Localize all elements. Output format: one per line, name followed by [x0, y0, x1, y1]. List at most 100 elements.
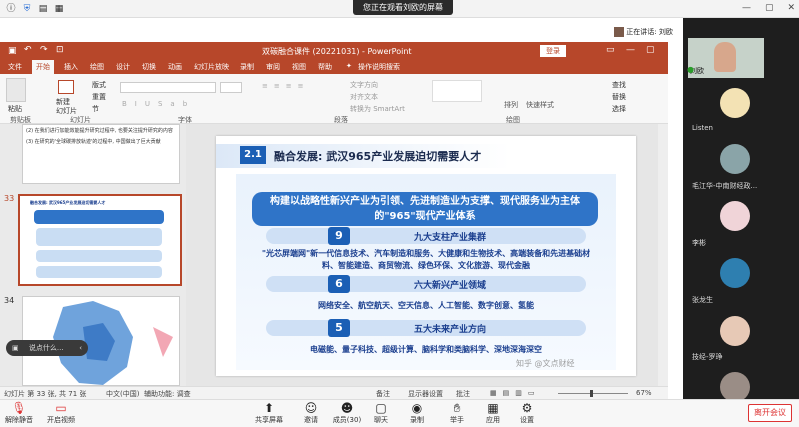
maximize-icon[interactable]: ▢ — [765, 3, 774, 13]
mic-off-icon: 🎙︎ — [11, 401, 27, 415]
tab-view[interactable]: 视图 — [292, 62, 306, 72]
notes-button[interactable]: 备注 — [376, 389, 390, 399]
text-direction-button[interactable]: 文字方向 — [350, 80, 378, 90]
ppt-restore-icon[interactable]: ▢ — [646, 45, 655, 55]
align-text-button[interactable]: 对齐文本 — [350, 92, 378, 102]
zoom-slider[interactable] — [558, 393, 628, 394]
vertical-scrollbar[interactable] — [658, 124, 668, 386]
members-button[interactable]: ☻ 成员(30) — [330, 401, 364, 425]
invite-button[interactable]: ☺ 邀请 — [298, 401, 324, 425]
redo-icon[interactable]: ↷ — [40, 45, 48, 55]
ppt-status-bar: 幻灯片 第 33 张, 共 71 张 中文(中国) 辅助功能: 调查 备注 显示… — [0, 386, 668, 399]
undo-icon[interactable]: ↶ — [24, 45, 32, 55]
tab-transitions[interactable]: 切换 — [142, 62, 156, 72]
display-settings-button[interactable]: 显示器设置 — [408, 389, 443, 399]
thumbnail-block — [36, 266, 162, 278]
shield-icon[interactable]: ⛨ — [22, 4, 32, 14]
shapes-gallery[interactable] — [432, 80, 482, 102]
headline-text: 构建以战略性新兴产业为引领、先进制造业为支撑、现代服务业为主体的"965"现代产… — [270, 196, 580, 222]
video-tile-active[interactable]: 刘欧 ● — [687, 38, 764, 78]
chat-input[interactable]: ▣ 说点什么... ‹ — [6, 340, 88, 356]
share-screen-button[interactable]: ⬆ 共享屏幕 — [252, 401, 286, 425]
view-buttons[interactable]: ▦▤▥▭ — [490, 389, 540, 397]
tab-draw[interactable]: 绘图 — [90, 62, 104, 72]
block-5-body: 电磁能、量子科技、超级计算、脑科学和类脑科学、深地深海深空 — [310, 345, 542, 354]
record-button[interactable]: ◉ 录制 — [404, 401, 430, 425]
thumbnail-block — [36, 250, 162, 262]
ribbon-options-icon[interactable]: ▭ — [606, 45, 615, 55]
chat-button[interactable]: ▢ 聊天 — [368, 401, 394, 425]
leave-meeting-button[interactable]: 离开会议 — [748, 404, 792, 422]
close-icon[interactable]: ✕ — [787, 3, 795, 13]
paste-button[interactable]: 粘贴 — [8, 104, 22, 114]
tab-insert[interactable]: 插入 — [64, 62, 78, 72]
zoom-thumb[interactable] — [590, 390, 593, 397]
avatar — [720, 88, 750, 118]
record-icon: ◉ — [411, 401, 423, 415]
language[interactable]: 中文(中国) — [106, 389, 139, 399]
mic-on-icon: ● — [687, 65, 694, 74]
tab-record[interactable]: 录制 — [240, 62, 254, 72]
video-button[interactable]: ▭ 开启视频 — [44, 401, 78, 425]
avatar — [720, 258, 750, 288]
search-command[interactable]: 操作说明搜索 — [358, 62, 400, 72]
slide-info: 幻灯片 第 33 张, 共 71 张 — [4, 390, 87, 398]
section-button[interactable]: 节 — [92, 104, 99, 114]
ppt-minimize-icon[interactable]: — — [626, 45, 635, 55]
replace-button[interactable]: 替换 — [612, 92, 626, 102]
tab-slideshow[interactable]: 幻灯片放映 — [194, 62, 229, 72]
thumbnail-number: 34 — [4, 296, 15, 305]
accessibility[interactable]: 辅助功能: 调查 — [144, 389, 191, 399]
chat-placeholder: 说点什么... — [28, 344, 64, 352]
avatar — [614, 27, 624, 37]
thumbnail-number: 33 — [4, 194, 15, 203]
tab-design[interactable]: 设计 — [116, 62, 130, 72]
toolbar-label: 设置 — [520, 416, 534, 424]
find-button[interactable]: 查找 — [612, 80, 626, 90]
tab-animations[interactable]: 动画 — [168, 62, 182, 72]
chat-bubble-icon: ▣ — [12, 344, 19, 352]
comments-button[interactable]: 批注 — [456, 389, 470, 399]
font-name-select[interactable] — [120, 82, 216, 93]
watermark: 知乎 @文点财经 — [516, 359, 575, 368]
thumbnail-title: 融合发展: 武汉965产业发展迫切需要人才 — [30, 200, 106, 205]
raise-hand-button[interactable]: ✋︎ 举手 — [444, 401, 470, 425]
quick-styles-button[interactable]: 快速样式 — [526, 100, 554, 110]
minimize-icon[interactable]: — — [742, 3, 751, 13]
avatar — [720, 316, 750, 346]
tab-home[interactable]: 开始 — [32, 60, 54, 74]
toolbar-label: 共享屏幕 — [255, 416, 283, 424]
tab-help[interactable]: 帮助 — [318, 62, 332, 72]
mute-button[interactable]: 🎙︎ 解除静音 — [4, 401, 34, 425]
font-size-select[interactable] — [220, 82, 242, 93]
zoom-level[interactable]: 67% — [636, 389, 652, 397]
reset-button[interactable]: 重置 — [92, 92, 106, 102]
font-format-icons[interactable]: BIUSab — [122, 100, 195, 108]
paste-icon[interactable] — [6, 78, 26, 102]
new-slide-icon[interactable] — [58, 80, 74, 94]
select-button[interactable]: 选择 — [612, 104, 626, 114]
smartart-button[interactable]: 转换为 SmartArt — [350, 104, 405, 114]
present-icon[interactable]: ⊡ — [56, 45, 64, 55]
toolbar-label: 成员(30) — [332, 416, 362, 424]
grid-icon[interactable]: ▦ — [54, 4, 64, 14]
save-icon[interactable]: ▣ — [8, 46, 17, 56]
thumbnail-32[interactable]: (2) 在我们进行加能效能提升研究过程中, 也要关注提升研究的内容 (3) 在研… — [22, 124, 180, 184]
settings-button[interactable]: ⚙ 设置 — [514, 401, 540, 425]
tab-review[interactable]: 审阅 — [266, 62, 280, 72]
thumbnail-33[interactable]: 融合发展: 武汉965产业发展迫切需要人才 — [18, 194, 182, 286]
arrange-button[interactable]: 排列 — [504, 100, 518, 110]
new-slide-button[interactable]: 新建 幻灯片 — [56, 98, 77, 116]
tab-file[interactable]: 文件 — [8, 62, 22, 72]
signal-icon[interactable]: ▤ — [38, 4, 48, 14]
hand-icon: ✋︎ — [453, 401, 461, 415]
layout-button[interactable]: 版式 — [92, 80, 106, 90]
login-button[interactable]: 登录 — [540, 45, 566, 57]
apps-button[interactable]: ▦ 应用 — [480, 401, 506, 425]
info-icon[interactable]: ⓘ — [6, 4, 16, 14]
paragraph-icons[interactable]: ≡≡≡≡ — [262, 82, 309, 90]
chevron-left-icon[interactable]: ‹ — [79, 340, 82, 356]
avatar — [720, 372, 750, 402]
block-6-digit: 6 — [328, 275, 350, 293]
lightbulb-icon: ✦ — [346, 62, 352, 70]
